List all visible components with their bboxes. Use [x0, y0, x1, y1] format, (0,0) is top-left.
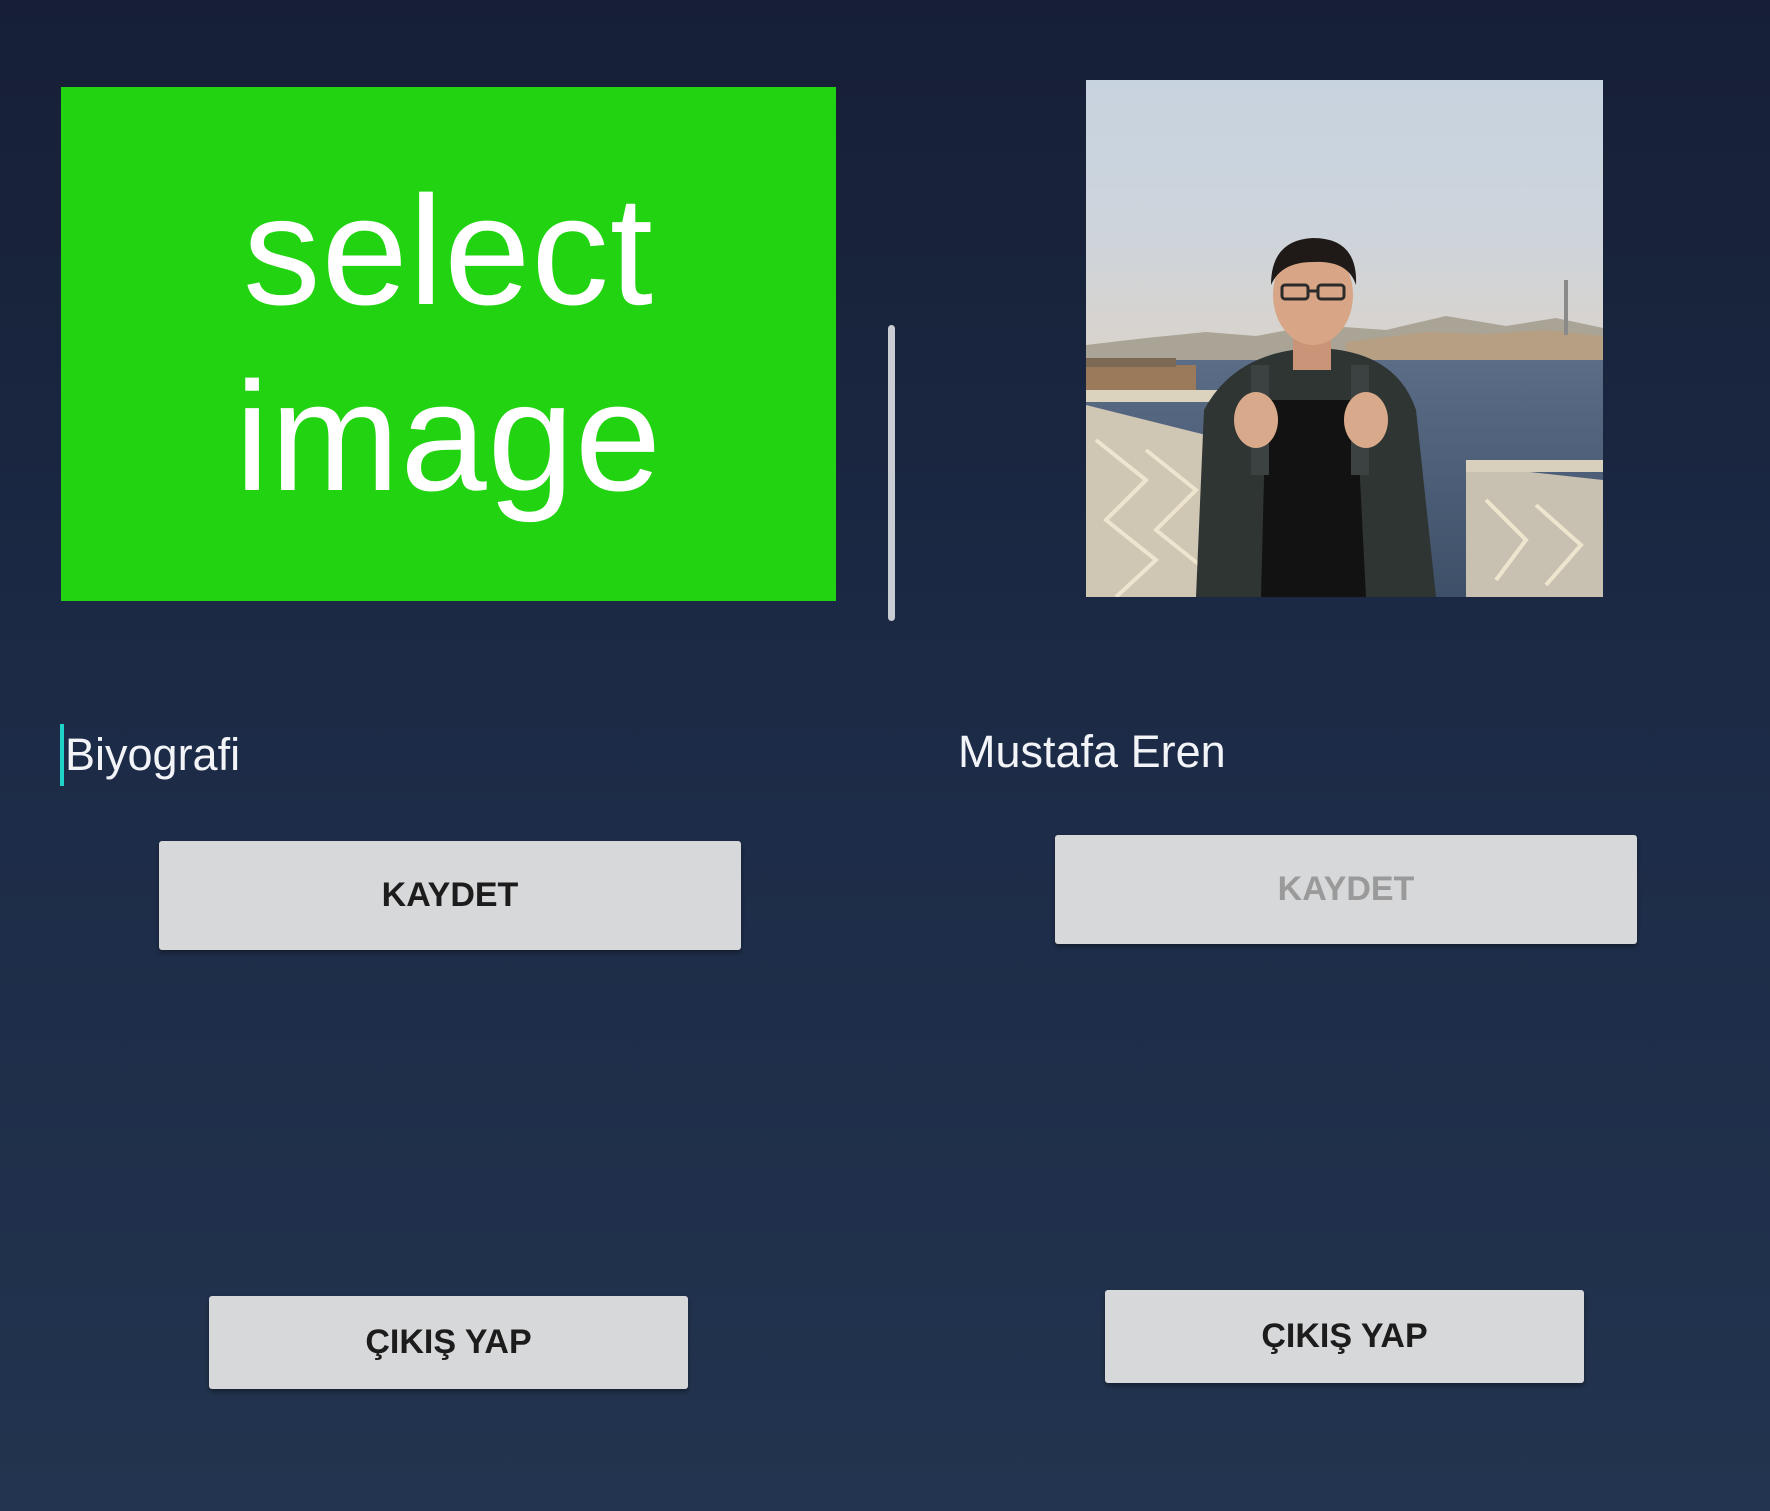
- logout-button-right[interactable]: ÇIKIŞ YAP: [1105, 1290, 1584, 1383]
- text-cursor: [60, 724, 64, 786]
- select-image-line1: select: [243, 164, 654, 337]
- save-button-right[interactable]: KAYDET: [1055, 835, 1637, 944]
- profile-name: Mustafa Eren: [958, 726, 1226, 777]
- select-image-button[interactable]: select image: [61, 87, 836, 601]
- profile-photo[interactable]: [1086, 80, 1603, 597]
- scroll-divider: [888, 325, 895, 621]
- save-button-left[interactable]: KAYDET: [159, 841, 741, 950]
- logout-button-left[interactable]: ÇIKIŞ YAP: [209, 1296, 688, 1389]
- select-image-line2: image: [234, 350, 663, 523]
- biography-input-value: Biyografi: [65, 729, 241, 780]
- biography-input[interactable]: Biyografi: [60, 720, 760, 790]
